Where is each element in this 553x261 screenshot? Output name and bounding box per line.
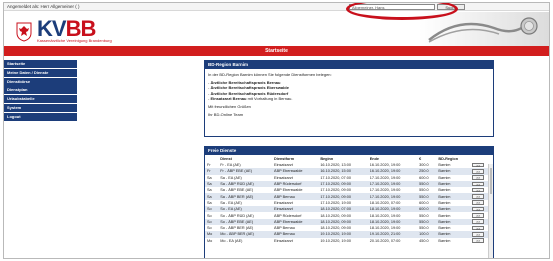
select-service-button[interactable]: >> bbox=[472, 213, 485, 218]
column-header-fee[interactable]: € bbox=[417, 155, 436, 162]
select-service-button[interactable]: >> bbox=[472, 219, 485, 224]
table-scrollbar[interactable] bbox=[488, 164, 493, 258]
select-service-button[interactable]: >> bbox=[472, 181, 485, 186]
sidebar-item-urlaubstabelle[interactable]: Urlaubstabelle bbox=[4, 95, 77, 104]
select-service-button[interactable]: >> bbox=[472, 187, 485, 193]
login-status: Angemeldet als: Herr Allgemeiner ( ) bbox=[7, 4, 80, 9]
sidebar-item-startseite[interactable]: Startseite bbox=[4, 60, 77, 68]
select-service-button[interactable]: >> bbox=[472, 225, 485, 230]
site-header: KVBB Kassenärztliche Vereinigung Branden… bbox=[4, 12, 549, 46]
cell-ende: 20.10.2020, 07:00 bbox=[367, 237, 418, 244]
select-service-button[interactable]: >> bbox=[472, 206, 485, 212]
brandenburg-eagle-icon bbox=[16, 22, 32, 42]
browser-viewport: Angemeldet als: Herr Allgemeiner ( ) Suc… bbox=[3, 2, 550, 259]
region-info-body: In der BD-Region Barnim können Sie folge… bbox=[205, 69, 493, 120]
top-status-bar: Angemeldet als: Herr Allgemeiner ( ) Suc… bbox=[4, 3, 549, 11]
sidebar-item-dienstplan[interactable]: Dienstplan bbox=[4, 86, 77, 95]
cell-day: Mo bbox=[205, 237, 219, 244]
free-services-table: Dienst Dienstform Beginn Ende € BD-Regio… bbox=[205, 155, 493, 244]
column-header-beginn[interactable]: Beginn bbox=[318, 155, 367, 162]
sidebar-item-system[interactable]: System bbox=[4, 103, 77, 112]
column-header-action bbox=[470, 155, 493, 162]
select-service-button[interactable]: >> bbox=[472, 175, 485, 180]
title-bar: Startseite bbox=[4, 46, 549, 56]
column-header-dienstform[interactable]: Dienstform bbox=[272, 155, 318, 162]
table-body: Fr Fr - EA (AE) Einsatzarzt 16.10.2020, 13:… bbox=[205, 162, 493, 244]
sidebar-item-meine-daten[interactable]: Meine Daten / Dienste bbox=[4, 68, 77, 77]
sidebar-nav: Startseite Meine Daten / Dienste Dienstb… bbox=[4, 60, 77, 122]
select-service-button[interactable]: >> bbox=[472, 162, 485, 167]
kvbb-logo[interactable]: KVBB bbox=[37, 18, 96, 40]
region-info-panel: BD-Region Barnim In der BD-Region Barnim… bbox=[204, 60, 494, 137]
logo-subtitle: Kassenärztliche Vereinigung Brandenburg bbox=[37, 38, 112, 43]
free-services-panel: Freie Dienste Dienst Dienstform Beginn E… bbox=[204, 146, 494, 258]
cell-dienst: Mo - EA (AE) bbox=[218, 237, 273, 244]
sidebar-item-dienstboerse[interactable]: Dienstbörse bbox=[4, 77, 77, 86]
cell-dienstform: Einsatzarzt bbox=[272, 237, 319, 244]
select-service-button[interactable]: >> bbox=[472, 194, 485, 199]
select-service-button[interactable]: >> bbox=[472, 200, 485, 205]
free-services-title: Freie Dienste bbox=[205, 147, 493, 155]
column-header-ende[interactable]: Ende bbox=[368, 155, 417, 162]
table-header-row: Dienst Dienstform Beginn Ende € BD-Regio… bbox=[205, 155, 493, 162]
cell-beginn: 19.10.2020, 19:00 bbox=[318, 237, 368, 244]
column-header-dienst[interactable]: Dienst bbox=[218, 155, 272, 162]
select-service-button[interactable]: >> bbox=[472, 231, 485, 237]
select-service-button[interactable]: >> bbox=[472, 238, 485, 243]
scrollbar-thumb[interactable] bbox=[490, 168, 492, 194]
column-header-day bbox=[205, 155, 218, 162]
cell-region: Barnim bbox=[436, 237, 471, 244]
region-info-title: BD-Region Barnim bbox=[205, 61, 493, 69]
cell-fee: 450.0 bbox=[417, 237, 437, 244]
table-row: Mo Mo - EA (AE) Einsatzarzt 19.10.2020, 19:… bbox=[205, 237, 493, 244]
column-header-region[interactable]: BD-Region bbox=[436, 155, 470, 162]
page-title: Startseite bbox=[265, 48, 288, 54]
signature: Ihr BD-Online Team bbox=[208, 112, 244, 118]
sidebar-item-logout[interactable]: Logout bbox=[4, 112, 77, 121]
select-service-button[interactable]: >> bbox=[472, 168, 485, 174]
